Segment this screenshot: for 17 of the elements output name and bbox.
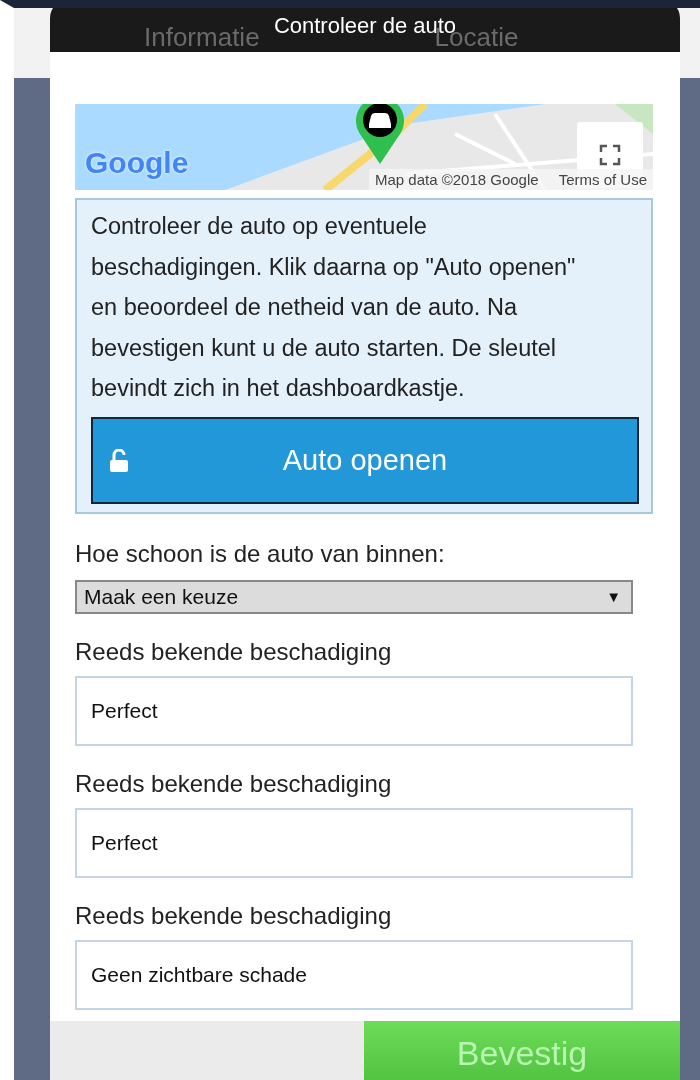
map-attribution: Map data ©2018 Google: [374, 171, 539, 188]
field-label: Reeds bekende beschadiging: [75, 769, 393, 798]
dropdown-value: Maak een keuze: [84, 584, 239, 609]
cleanliness-dropdown[interactable]: Maak een keuze ▼: [75, 579, 633, 614]
fullscreen-icon: [599, 144, 621, 166]
damage-field[interactable]: Perfect: [75, 807, 633, 878]
car-pin-icon: [355, 104, 405, 166]
field-label: Hoe schoon is de auto van binnen:: [75, 539, 446, 568]
terms-link[interactable]: Terms of Use: [558, 171, 647, 188]
damage-field[interactable]: Geen zichtbare schade: [75, 939, 633, 1010]
map-logo: Google: [85, 146, 189, 180]
instruction-text: Controleer de auto op eventuele beschadigingen. Klik daarna op "Auto openen" en beoordeel de netheid van de auto. Na bevestigen kunt u de auto starten. De sleutel bevindt zich in het dashboardkastje.: [91, 212, 577, 403]
unlocked-padlock-icon: [109, 448, 129, 473]
field-label: Reeds bekende beschadiging: [75, 637, 393, 666]
dropdown-arrow: ▼: [606, 588, 621, 605]
damage-field[interactable]: Perfect: [75, 675, 633, 746]
field-label: Reeds bekende beschadiging: [75, 901, 393, 930]
